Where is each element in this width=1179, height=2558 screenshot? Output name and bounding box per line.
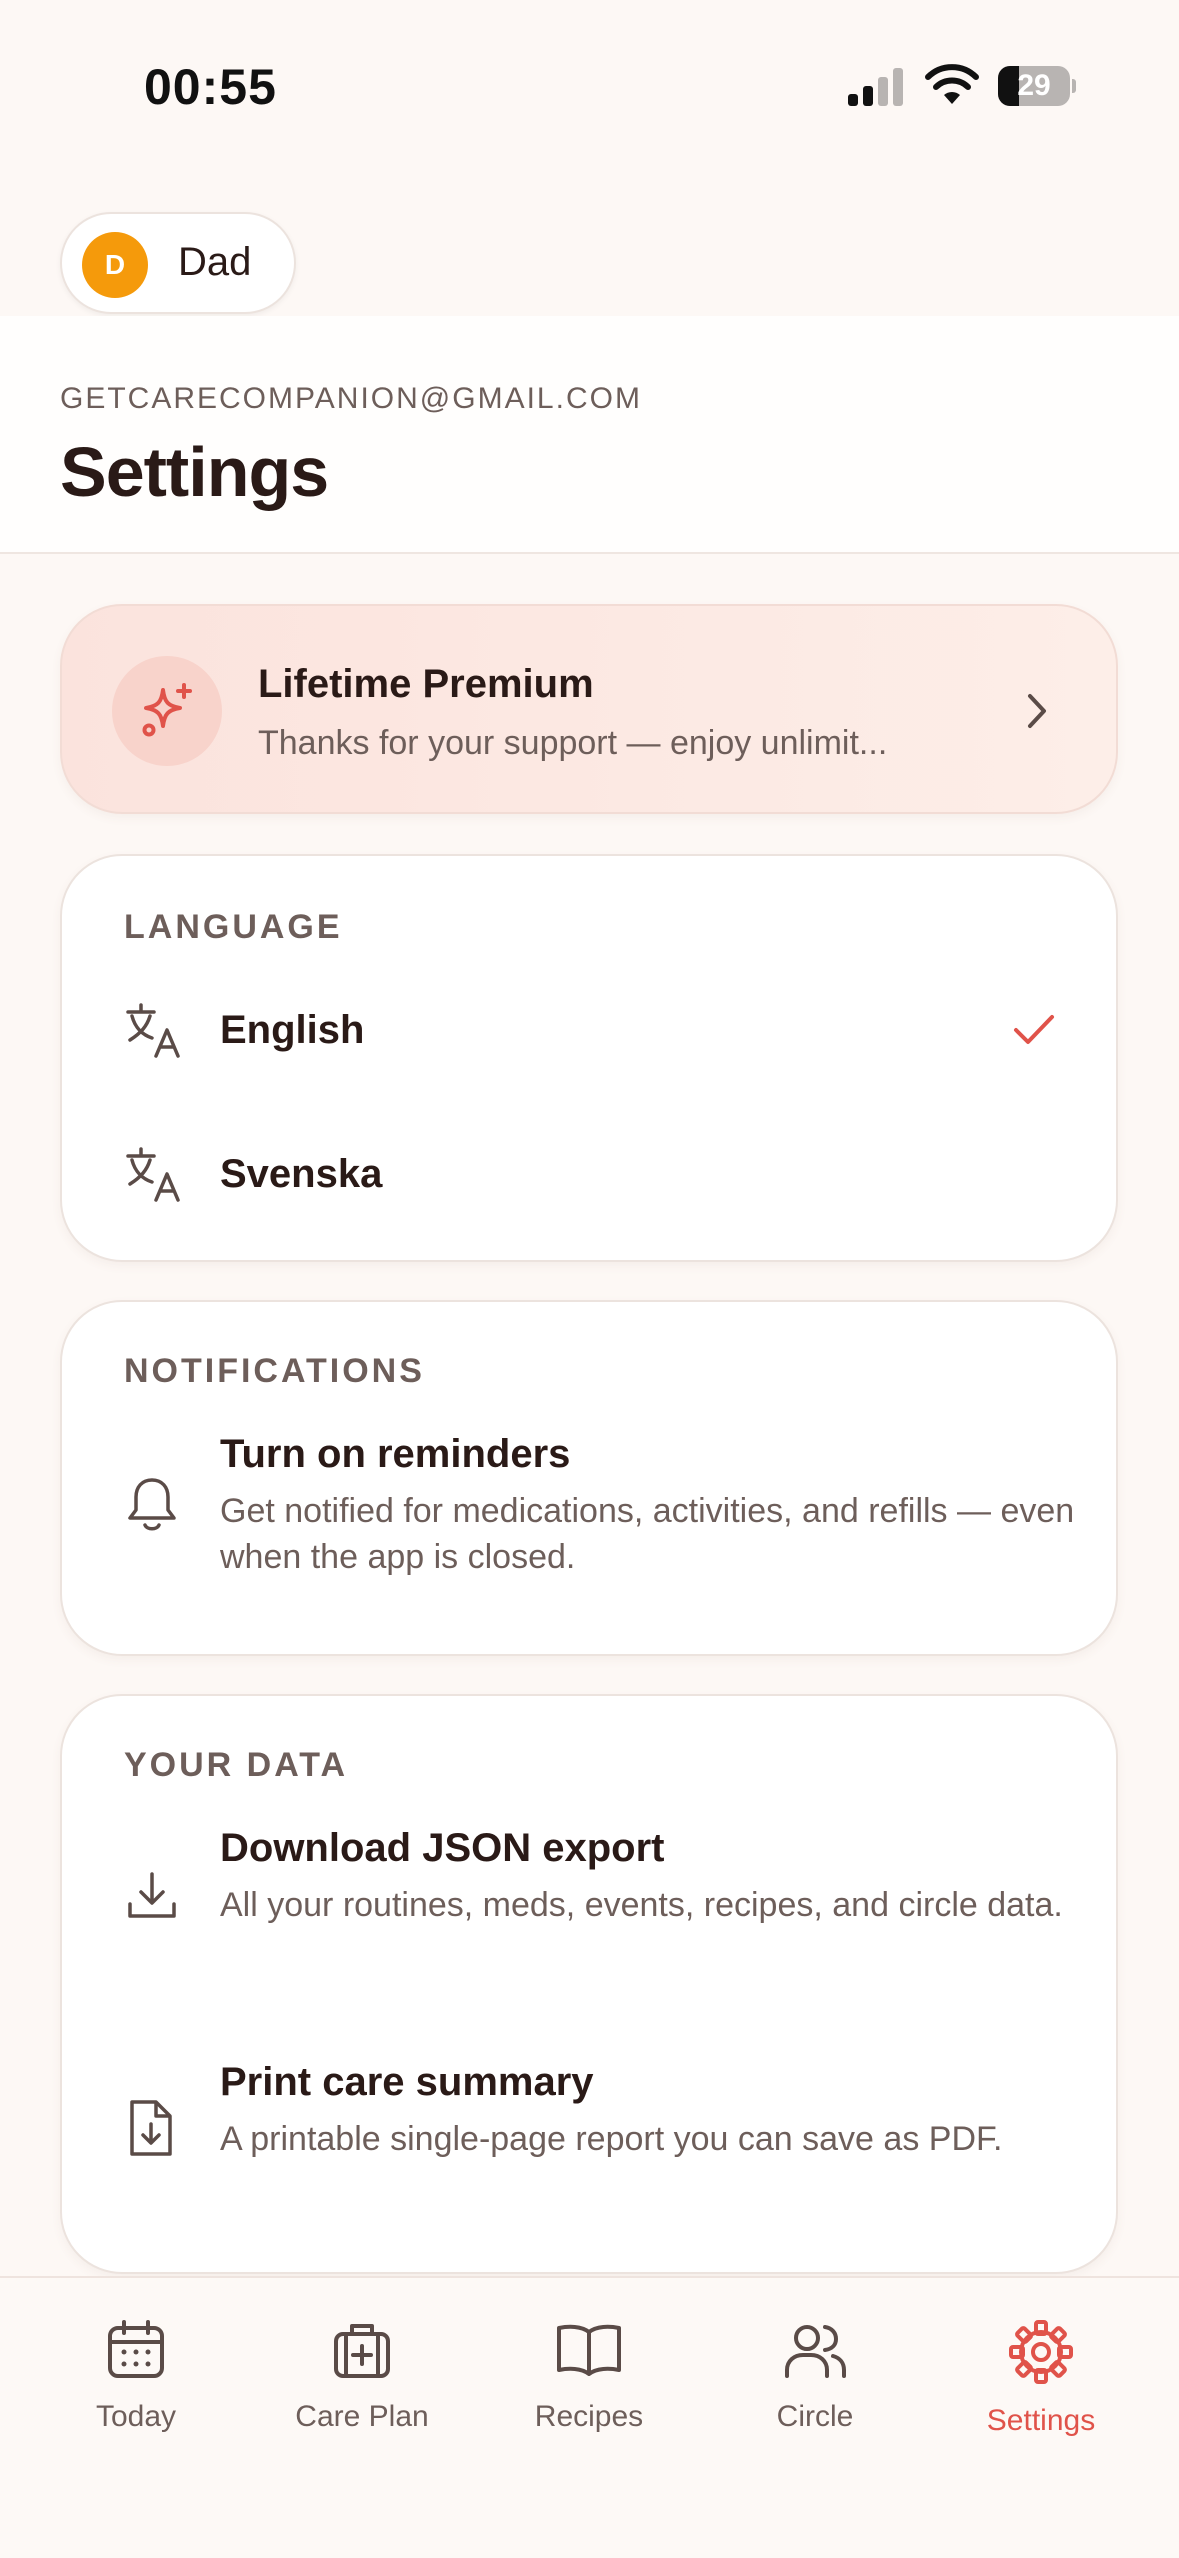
reminders-title: Turn on reminders (220, 1432, 571, 1476)
calendar-icon (108, 2320, 164, 2378)
profile-switcher[interactable]: D Dad (60, 212, 296, 314)
bottom-tab-bar: Today Care Plan Recipes Circle Settings (0, 2276, 1179, 2558)
premium-card[interactable]: Lifetime Premium Thanks for your support… (60, 604, 1118, 814)
tab-label: Today (95, 2400, 177, 2433)
translate-icon (126, 1003, 180, 1058)
profile-name: Dad (178, 240, 252, 284)
download-json-title: Download JSON export (220, 1826, 665, 1870)
reminders-description: Get notified for medications, activities… (220, 1492, 1075, 1576)
tab-label: Care Plan (295, 2400, 429, 2433)
your-data-card: YOUR DATA Download JSON export All your … (60, 1694, 1118, 2274)
tab-recipes[interactable]: Recipes (479, 2318, 699, 2478)
page-header: GETCARECOMPANION@GMAIL.COM Settings (0, 316, 1179, 554)
translate-icon (126, 1147, 180, 1202)
status-bar: 00:55 29 (0, 0, 1179, 170)
tab-label: Settings (986, 2404, 1096, 2437)
cellular-signal-icon (848, 68, 903, 106)
your-data-section-label: YOUR DATA (124, 1746, 349, 1784)
language-option-svenska[interactable]: Svenska (62, 1110, 1116, 1238)
bell-icon (128, 1478, 176, 1531)
notifications-card: NOTIFICATIONS Turn on reminders Get noti… (60, 1300, 1118, 1656)
premium-title: Lifetime Premium (258, 662, 594, 706)
account-email: GETCARECOMPANION@GMAIL.COM (60, 382, 642, 415)
reminders-toggle-row[interactable]: Turn on reminders Get notified for medic… (62, 1422, 1116, 1612)
wifi-icon (925, 64, 979, 104)
status-time: 00:55 (144, 59, 277, 115)
language-option-label: English (220, 1008, 365, 1052)
file-download-icon (130, 2100, 172, 2156)
print-summary-description: A printable single-page report you can s… (220, 2120, 1003, 2158)
language-card: LANGUAGE English Svenska (60, 854, 1118, 1262)
gear-icon (1009, 2320, 1073, 2384)
check-icon (1014, 1015, 1054, 1044)
tab-circle[interactable]: Circle (705, 2318, 925, 2478)
download-icon (128, 1872, 176, 1918)
language-option-english[interactable]: English (62, 966, 1116, 1094)
battery-level: 29 (1017, 69, 1051, 102)
tab-care-plan[interactable]: Care Plan (252, 2318, 472, 2478)
tab-today[interactable]: Today (26, 2318, 246, 2478)
download-json-description: All your routines, meds, events, recipes… (220, 1886, 1063, 1924)
page-title: Settings (60, 433, 329, 511)
battery-indicator: 29 (998, 66, 1076, 106)
premium-subtitle: Thanks for your support — enjoy unlimit.… (258, 724, 888, 762)
chevron-right-icon (1028, 694, 1046, 728)
tab-settings[interactable]: Settings (931, 2318, 1151, 2478)
premium-icon-badge (112, 656, 222, 766)
language-section-label: LANGUAGE (124, 908, 343, 946)
sparkles-icon (142, 683, 192, 737)
book-open-icon (557, 2324, 621, 2376)
print-care-summary-row[interactable]: Print care summary A printable single-pa… (62, 2050, 1116, 2230)
tab-label: Recipes (534, 2400, 644, 2433)
avatar: D (82, 232, 148, 298)
print-summary-title: Print care summary (220, 2060, 594, 2104)
tab-label: Circle (776, 2400, 854, 2433)
notifications-section-label: NOTIFICATIONS (124, 1352, 425, 1390)
language-option-label: Svenska (220, 1152, 383, 1196)
medical-bag-icon (334, 2324, 390, 2378)
users-icon (785, 2325, 846, 2378)
download-json-export-row[interactable]: Download JSON export All your routines, … (62, 1816, 1116, 1996)
